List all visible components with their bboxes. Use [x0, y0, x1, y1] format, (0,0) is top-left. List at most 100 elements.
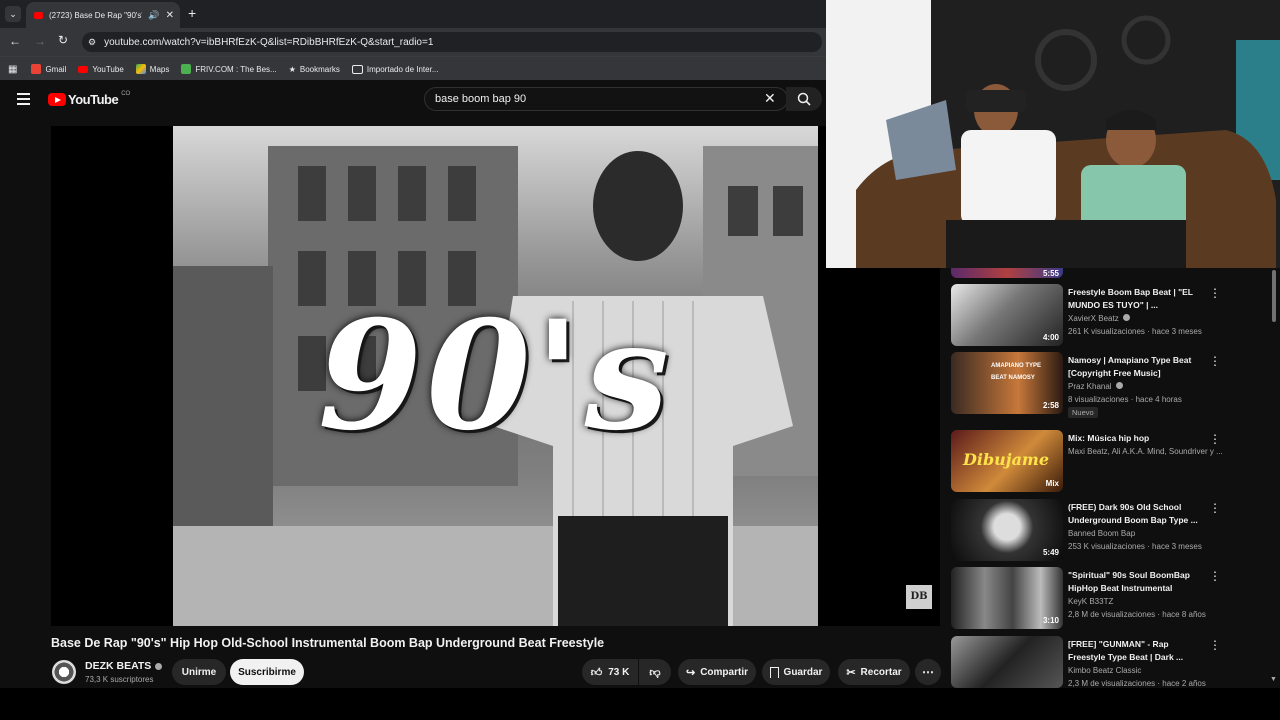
search-query: base boom bap 90: [435, 93, 527, 105]
logo-text: YouTube: [68, 92, 119, 107]
bookmark-imported[interactable]: Importado de Inter...: [351, 64, 439, 74]
menu-icon[interactable]: [17, 93, 30, 105]
recommended-video[interactable]: Dibujame Mix Mix: Música hip hop Maxi Be…: [951, 430, 1276, 494]
channel-avatar[interactable]: [52, 660, 76, 684]
star-icon: ★: [288, 64, 296, 74]
channel-name[interactable]: Banned Boom Bap: [1068, 529, 1135, 538]
folder-icon: [351, 64, 363, 74]
channel-name[interactable]: DEZK BEATS: [85, 660, 163, 672]
verified-icon: [1115, 382, 1123, 389]
bookmark-label: Importado de Inter...: [366, 64, 439, 74]
bookmark-friv[interactable]: FRIV.COM : The Bes...: [181, 64, 277, 74]
clear-search-icon[interactable]: ✕: [764, 90, 776, 107]
video-meta: 2,8 M de visualizaciones · hace 8 años: [1068, 610, 1206, 619]
share-button[interactable]: ↪ Compartir: [678, 659, 756, 685]
video-duration: 5:49: [1042, 548, 1059, 557]
search-button[interactable]: [786, 87, 822, 111]
video-title[interactable]: Freestyle Boom Bap Beat | "EL MUNDO ES T…: [1068, 286, 1208, 312]
tab-title: (2723) Base De Rap "90's" |: [49, 10, 143, 20]
site-info-icon[interactable]: ⚙: [88, 37, 96, 48]
video-title[interactable]: [FREE] "GUNMAN" - Rap Freestyle Type Bea…: [1068, 638, 1208, 664]
channel-name[interactable]: Praz Khanal: [1068, 382, 1123, 391]
tab-close-icon[interactable]: ✕: [166, 10, 174, 21]
new-tab-icon[interactable]: +: [188, 5, 196, 21]
back-icon[interactable]: ←: [9, 34, 21, 48]
bottom-bar: [0, 688, 1280, 720]
browser-tab[interactable]: (2723) Base De Rap "90's" | 🔊 ✕: [26, 2, 180, 28]
like-count: 73 K: [608, 666, 630, 678]
video-thumbnail[interactable]: AMAPIANO TYPE BEAT NAMOSY 2:58: [951, 352, 1063, 414]
video-thumbnail[interactable]: [951, 636, 1063, 688]
forward-icon[interactable]: →: [34, 34, 46, 48]
gmail-icon: [31, 64, 42, 74]
bookmark-youtube[interactable]: YouTube: [78, 65, 124, 74]
video-title: Base De Rap "90's" Hip Hop Old-School In…: [51, 636, 605, 650]
recommended-video[interactable]: 4:00 Freestyle Boom Bap Beat | "EL MUNDO…: [951, 284, 1276, 348]
more-vertical-icon[interactable]: ⋮: [1209, 286, 1221, 300]
video-title[interactable]: Mix: Música hip hop: [1068, 432, 1208, 445]
subscribe-button[interactable]: Suscribirme: [230, 659, 304, 685]
thumbnail-text: AMAPIANO TYPE BEAT NAMOSY: [991, 363, 1042, 381]
bookmark-bookmarks[interactable]: ★ Bookmarks: [289, 65, 340, 74]
youtube-icon: [78, 65, 89, 73]
more-vertical-icon[interactable]: ⋮: [1209, 569, 1221, 583]
scrollbar-thumb[interactable]: [1272, 270, 1276, 322]
channel-watermark[interactable]: DB: [906, 585, 932, 609]
bookmark-icon: [769, 666, 779, 678]
recommended-video[interactable]: [FREE] "GUNMAN" - Rap Freestyle Type Bea…: [951, 636, 1276, 688]
video-duration: 5:55: [1042, 269, 1059, 278]
video-meta: 261 K visualizaciones · hace 3 meses: [1068, 327, 1202, 336]
channel-name[interactable]: XavierX Beatz: [1068, 314, 1130, 323]
share-icon: ↪: [685, 666, 696, 679]
verified-icon: [155, 662, 163, 670]
save-label: Guardar: [783, 666, 823, 678]
more-vertical-icon[interactable]: ⋮: [1209, 432, 1221, 446]
channel-name[interactable]: Kimbo Beatz Classic: [1068, 666, 1141, 675]
channel-name[interactable]: Maxi Beatz, Ali A.K.A. Mind, Soundriver …: [1068, 447, 1223, 456]
url-field[interactable]: ⚙ youtube.com/watch?v=ibBHRfEzK-Q&list=R…: [82, 32, 822, 52]
tab-audio-icon[interactable]: 🔊: [148, 10, 159, 21]
channel-name-text: DEZK BEATS: [85, 660, 152, 672]
apps-grid-icon[interactable]: ▦: [8, 64, 17, 75]
video-title[interactable]: Namosy | Amapiano Type Beat [Copyright F…: [1068, 354, 1208, 380]
save-button[interactable]: Guardar: [762, 659, 830, 685]
partial-thumbnail[interactable]: 5:55: [951, 268, 1063, 278]
video-frame[interactable]: 90's: [173, 126, 818, 626]
channel-name[interactable]: KeyK B33TZ: [1068, 597, 1113, 606]
bookmark-maps[interactable]: Maps: [135, 64, 169, 74]
youtube-logo[interactable]: YouTube CO: [48, 91, 130, 107]
video-title[interactable]: "Spiritual" 90s Soul BoomBap HipHop Beat…: [1068, 569, 1208, 595]
more-vertical-icon[interactable]: ⋮: [1209, 638, 1221, 652]
maps-icon: [135, 64, 146, 74]
like-button[interactable]: 👍︎ 73 K: [582, 659, 638, 685]
more-vertical-icon[interactable]: ⋮: [1209, 354, 1221, 368]
recommended-video[interactable]: 3:10 "Spiritual" 90s Soul BoomBap HipHop…: [951, 567, 1276, 631]
more-vertical-icon[interactable]: ⋮: [1209, 501, 1221, 515]
bookmarks-bar: ▦ Gmail YouTube Maps FRIV.COM : The Bes.…: [0, 56, 826, 81]
recommended-video[interactable]: AMAPIANO TYPE BEAT NAMOSY 2:58 Namosy | …: [951, 352, 1276, 418]
video-duration: 2:58: [1042, 401, 1059, 410]
channel-name-text: Praz Khanal: [1068, 382, 1112, 391]
youtube-play-icon: [48, 93, 66, 106]
video-thumbnail[interactable]: 4:00: [951, 284, 1063, 346]
tab-list-button[interactable]: ⌄: [5, 6, 21, 22]
scroll-down-icon[interactable]: ▼: [1270, 676, 1277, 683]
video-meta: 2,3 M de visualizaciones · hace 2 años: [1068, 679, 1206, 688]
dislike-button[interactable]: 👎︎: [639, 659, 671, 685]
video-title[interactable]: (FREE) Dark 90s Old School Underground B…: [1068, 501, 1208, 527]
bookmark-gmail[interactable]: Gmail: [31, 64, 66, 74]
video-meta: 8 visualizaciones · hace 4 horas: [1068, 395, 1182, 404]
reload-icon[interactable]: ↻: [58, 33, 68, 47]
video-thumbnail[interactable]: 3:10: [951, 567, 1063, 629]
scrollbar[interactable]: ▼: [1270, 268, 1278, 688]
join-button[interactable]: Unirme: [172, 659, 226, 685]
video-thumbnail[interactable]: Dibujame Mix: [951, 430, 1063, 492]
clip-button[interactable]: ✂ Recortar: [838, 659, 910, 685]
video-thumbnail[interactable]: 5:49: [951, 499, 1063, 561]
search-input[interactable]: base boom bap 90: [424, 87, 788, 111]
more-actions-button[interactable]: ⋯: [915, 659, 941, 685]
thumbs-up-icon: 👍︎: [590, 666, 603, 679]
bookmark-label: FRIV.COM : The Bes...: [195, 64, 277, 74]
recommended-video[interactable]: 5:49 (FREE) Dark 90s Old School Undergro…: [951, 499, 1276, 563]
friv-icon: [181, 64, 192, 74]
